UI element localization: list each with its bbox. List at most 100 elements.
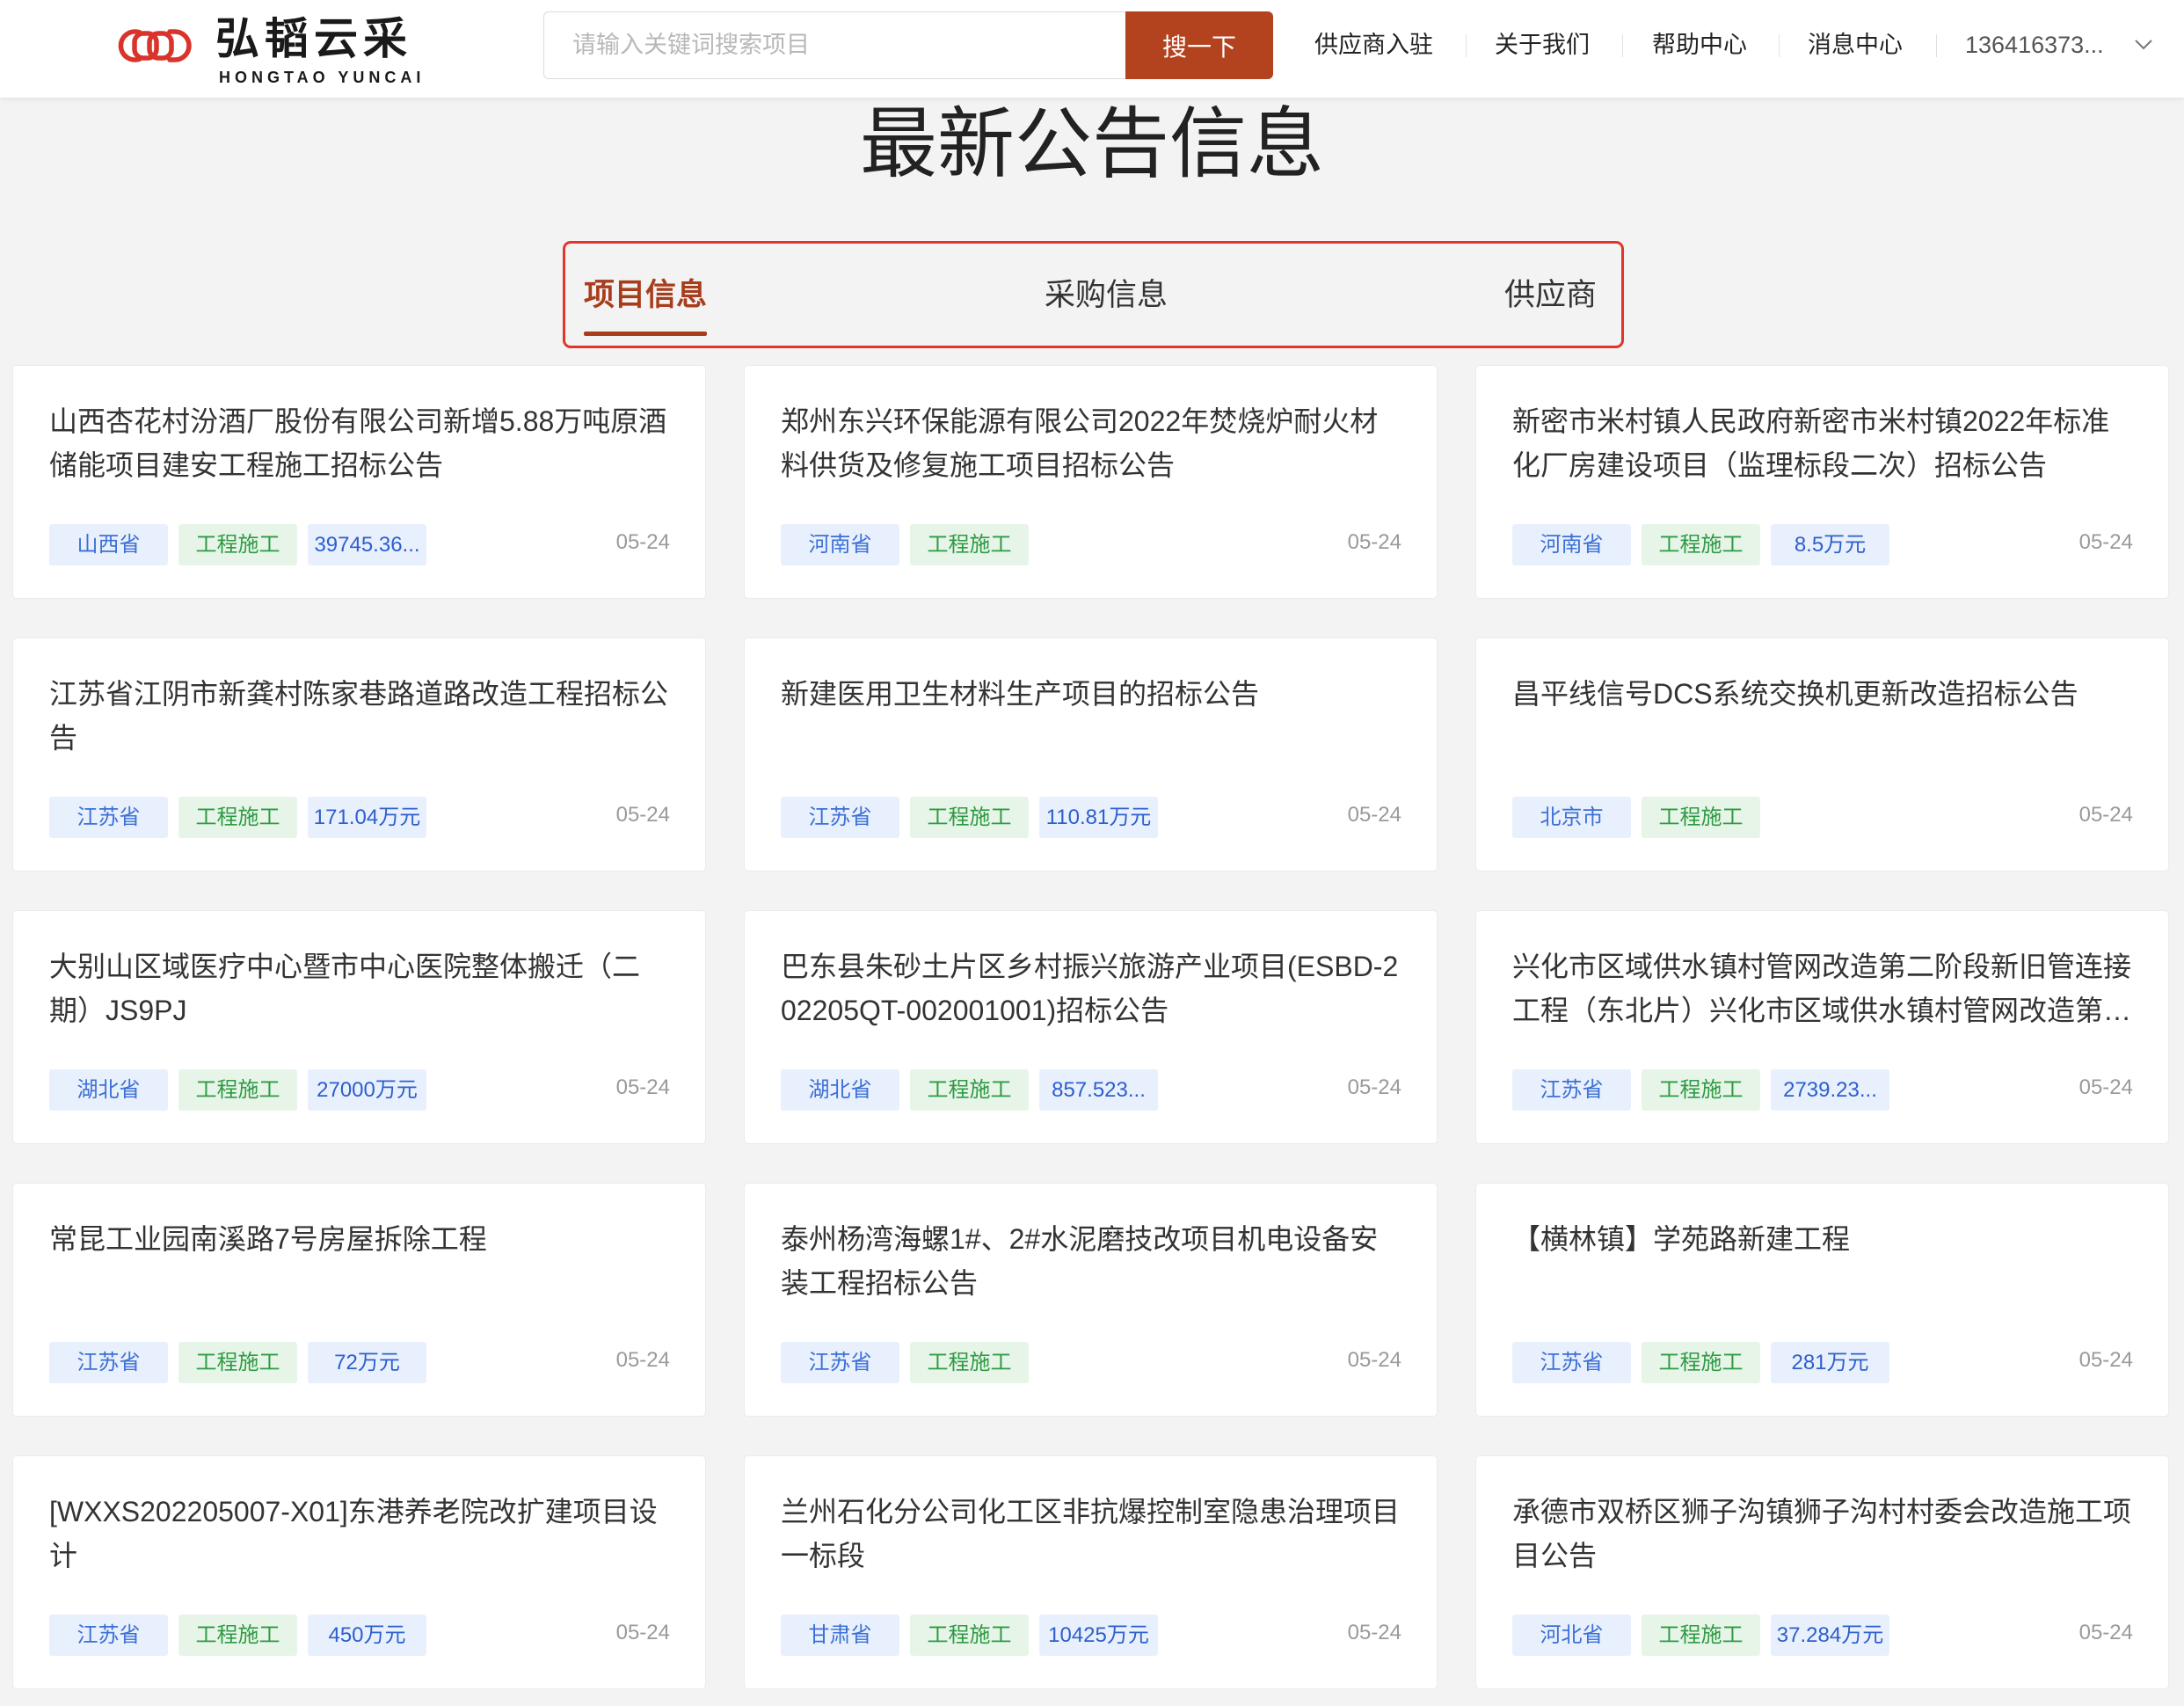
user-account-label: 136416373... xyxy=(1965,32,2104,58)
notice-card-tags: 江苏省 工程施工 281万元 xyxy=(1512,1342,1889,1383)
notice-card-tags: 北京市 工程施工 xyxy=(1512,797,1760,838)
notice-card-title: 大别山区域医疗中心暨市中心医院整体搬迁（二期）JS9PJ xyxy=(49,951,641,1026)
notice-card-title: 郑州东兴环保能源有限公司2022年焚烧炉耐火材料供货及修复施工项目招标公告 xyxy=(781,405,1379,481)
category-tag: 工程施工 xyxy=(910,797,1029,838)
search-input[interactable] xyxy=(543,11,1125,79)
notice-card[interactable]: 【横林镇】学苑路新建工程江苏省 工程施工 281万元 05-24 xyxy=(1475,1183,2169,1417)
notice-card-tags: 湖北省 工程施工 857.523... xyxy=(781,1069,1158,1111)
notice-card-title: 新密市米村镇人民政府新密市米村镇2022年标准化厂房建设项目（监理标段二次）招标… xyxy=(1512,405,2110,481)
publish-date: 05-24 xyxy=(1347,1075,1401,1099)
notice-card[interactable]: 承德市双桥区狮子沟镇狮子沟村村委会改造施工项目公告 河北省 工程施工 37.284万元… xyxy=(1475,1455,2169,1689)
notice-card[interactable]: 昌平线信号DCS系统交换机更新改造招标公告北京市 工程施工 05-24 xyxy=(1475,638,2169,871)
category-tag: 工程施工 xyxy=(1642,1069,1760,1111)
region-tag: 江苏省 xyxy=(49,1615,168,1656)
notice-card[interactable]: 江苏省江阴市新龚村陈家巷路道路改造工程招标公告 江苏省 工程施工 171.04万元 05… xyxy=(12,638,706,871)
hongtao-logo-icon xyxy=(118,29,192,62)
notice-card-title: 新建医用卫生材料生产项目的招标公告 xyxy=(781,678,1260,710)
notice-card-title: 兰州石化分公司化工区非抗爆控制室隐患治理项目一标段 xyxy=(781,1496,1401,1571)
notice-card-tags: 湖北省 工程施工 27000万元 xyxy=(49,1069,426,1111)
site-logo[interactable]: 弘韬云采 HONGTAO YUNCAI xyxy=(112,12,428,88)
nav-divider xyxy=(1622,34,1623,57)
notice-card-title: 泰州杨湾海螺1#、2#水泥磨技改项目机电设备安装工程招标公告 xyxy=(781,1223,1379,1299)
category-tag: 工程施工 xyxy=(178,797,297,838)
logo-name-en: HONGTAO YUNCAI xyxy=(219,69,426,86)
notice-card-title: 江苏省江阴市新龚村陈家巷路道路改造工程招标公告 xyxy=(49,678,669,754)
chevron-down-icon xyxy=(2135,40,2152,50)
category-tag: 工程施工 xyxy=(910,1615,1029,1656)
region-tag: 江苏省 xyxy=(781,1342,899,1383)
publish-date: 05-24 xyxy=(1347,530,1401,554)
tab-procurement-info[interactable]: 采购信息 xyxy=(1045,274,1168,317)
amount-tag: 2739.23... xyxy=(1771,1069,1889,1111)
notice-card-tags: 江苏省 工程施工 72万元 xyxy=(49,1342,426,1383)
tab-suppliers[interactable]: 供应商 xyxy=(1504,274,1597,317)
amount-tag: 171.04万元 xyxy=(308,797,426,838)
publish-date: 05-24 xyxy=(2078,1621,2133,1644)
notice-card[interactable]: 巴东县朱砂土片区乡村振兴旅游产业项目(ESBD-202205QT-0020010… xyxy=(744,910,1438,1144)
notice-card-title: [WXXS202205007-X01]东港养老院改扩建项目设计 xyxy=(49,1496,658,1571)
notice-card[interactable]: [WXXS202205007-X01]东港养老院改扩建项目设计江苏省 工程施工 45… xyxy=(12,1455,706,1689)
amount-tag: 27000万元 xyxy=(308,1069,426,1111)
amount-tag: 72万元 xyxy=(308,1342,426,1383)
region-tag: 湖北省 xyxy=(49,1069,168,1111)
nav-message-center[interactable]: 消息中心 xyxy=(1808,29,1903,61)
publish-date: 05-24 xyxy=(1347,1348,1401,1372)
category-tag: 工程施工 xyxy=(1642,1342,1760,1383)
publish-date: 05-24 xyxy=(615,530,670,554)
category-tag: 工程施工 xyxy=(1642,797,1760,838)
region-tag: 江苏省 xyxy=(1512,1342,1631,1383)
notice-card[interactable]: 新密市米村镇人民政府新密市米村镇2022年标准化厂房建设项目（监理标段二次）招标… xyxy=(1475,365,2169,599)
nav-supplier-join[interactable]: 供应商入驻 xyxy=(1314,29,1433,61)
amount-tag: 281万元 xyxy=(1771,1342,1889,1383)
region-tag: 河南省 xyxy=(781,524,899,565)
publish-date: 05-24 xyxy=(2078,530,2133,554)
region-tag: 甘肃省 xyxy=(781,1615,899,1656)
amount-tag: 450万元 xyxy=(308,1615,426,1656)
category-tag: 工程施工 xyxy=(178,1342,297,1383)
notice-card[interactable]: 常昆工业园南溪路7号房屋拆除工程 江苏省 工程施工 72万元 05-24 xyxy=(12,1183,706,1417)
notice-card-title: 【横林镇】学苑路新建工程 xyxy=(1512,1223,1851,1255)
notice-card[interactable]: 兰州石化分公司化工区非抗爆控制室隐患治理项目一标段 甘肃省 工程施工 10425万元 0… xyxy=(744,1455,1438,1689)
publish-date: 05-24 xyxy=(2078,803,2133,827)
publish-date: 05-24 xyxy=(615,1075,670,1099)
notice-card-tags: 江苏省 工程施工 xyxy=(781,1342,1029,1383)
amount-tag: 8.5万元 xyxy=(1771,524,1889,565)
search-button[interactable]: 搜一下 xyxy=(1125,11,1273,79)
category-tag: 工程施工 xyxy=(1642,1615,1760,1656)
page-title: 最新公告信息 xyxy=(859,100,1324,187)
notice-card-title: 常昆工业园南溪路7号房屋拆除工程 xyxy=(49,1223,487,1255)
publish-date: 05-24 xyxy=(1347,803,1401,827)
notice-card-tags: 山西省 工程施工 39745.36... xyxy=(49,524,426,565)
nav-divider xyxy=(1779,34,1780,57)
notice-card[interactable]: 兴化市区域供水镇村管网改造第二阶段新旧管连接工程（东北片）兴化市区域供水镇村管网… xyxy=(1475,910,2169,1144)
category-tag: 工程施工 xyxy=(910,524,1029,565)
notice-card-tags: 江苏省 工程施工 450万元 xyxy=(49,1615,426,1656)
category-tag: 工程施工 xyxy=(178,524,297,565)
notice-card[interactable]: 新建医用卫生材料生产项目的招标公告 江苏省 工程施工 110.81万元 05-24 xyxy=(744,638,1438,871)
logo-name-cn: 弘韬云采 xyxy=(215,14,412,63)
notice-card-tags: 河南省 工程施工 xyxy=(781,524,1029,565)
publish-date: 05-24 xyxy=(615,1348,670,1372)
region-tag: 江苏省 xyxy=(49,797,168,838)
region-tag: 北京市 xyxy=(1512,797,1631,838)
notice-card-title: 巴东县朱砂土片区乡村振兴旅游产业项目(ESBD-202205QT-0020010… xyxy=(781,951,1399,1026)
tab-project-info[interactable]: 项目信息 xyxy=(584,274,708,336)
notice-card-tags: 河南省 工程施工 8.5万元 xyxy=(1512,524,1889,565)
notice-card[interactable]: 郑州东兴环保能源有限公司2022年焚烧炉耐火材料供货及修复施工项目招标公告河南省… xyxy=(744,365,1438,599)
nav-help-center[interactable]: 帮助中心 xyxy=(1652,29,1747,61)
notice-card-title: 承德市双桥区狮子沟镇狮子沟村村委会改造施工项目公告 xyxy=(1512,1496,2132,1571)
publish-date: 05-24 xyxy=(2078,1348,2133,1372)
user-account-dropdown[interactable]: 136416373... xyxy=(1965,29,2152,61)
notice-card-title: 昌平线信号DCS系统交换机更新改造招标公告 xyxy=(1512,678,2078,710)
notice-card[interactable]: 泰州杨湾海螺1#、2#水泥磨技改项目机电设备安装工程招标公告江苏省 工程施工 05-… xyxy=(744,1183,1438,1417)
category-tag: 工程施工 xyxy=(910,1069,1029,1111)
notice-card-grid: 山西杏花村汾酒厂股份有限公司新增5.88万吨原酒储能项目建安工程施工招标公告 山西… xyxy=(12,365,2169,1689)
notice-card-tags: 河北省 工程施工 37.284万元 xyxy=(1512,1615,1889,1656)
category-tag: 工程施工 xyxy=(178,1069,297,1111)
amount-tag: 857.523... xyxy=(1039,1069,1158,1111)
notice-card[interactable]: 山西杏花村汾酒厂股份有限公司新增5.88万吨原酒储能项目建安工程施工招标公告 山西… xyxy=(12,365,706,599)
nav-about-us[interactable]: 关于我们 xyxy=(1495,29,1590,61)
notice-card[interactable]: 大别山区域医疗中心暨市中心医院整体搬迁（二期）JS9PJ 湖北省 工程施工 27000… xyxy=(12,910,706,1144)
amount-tag: 10425万元 xyxy=(1039,1615,1158,1656)
amount-tag: 37.284万元 xyxy=(1771,1615,1889,1656)
